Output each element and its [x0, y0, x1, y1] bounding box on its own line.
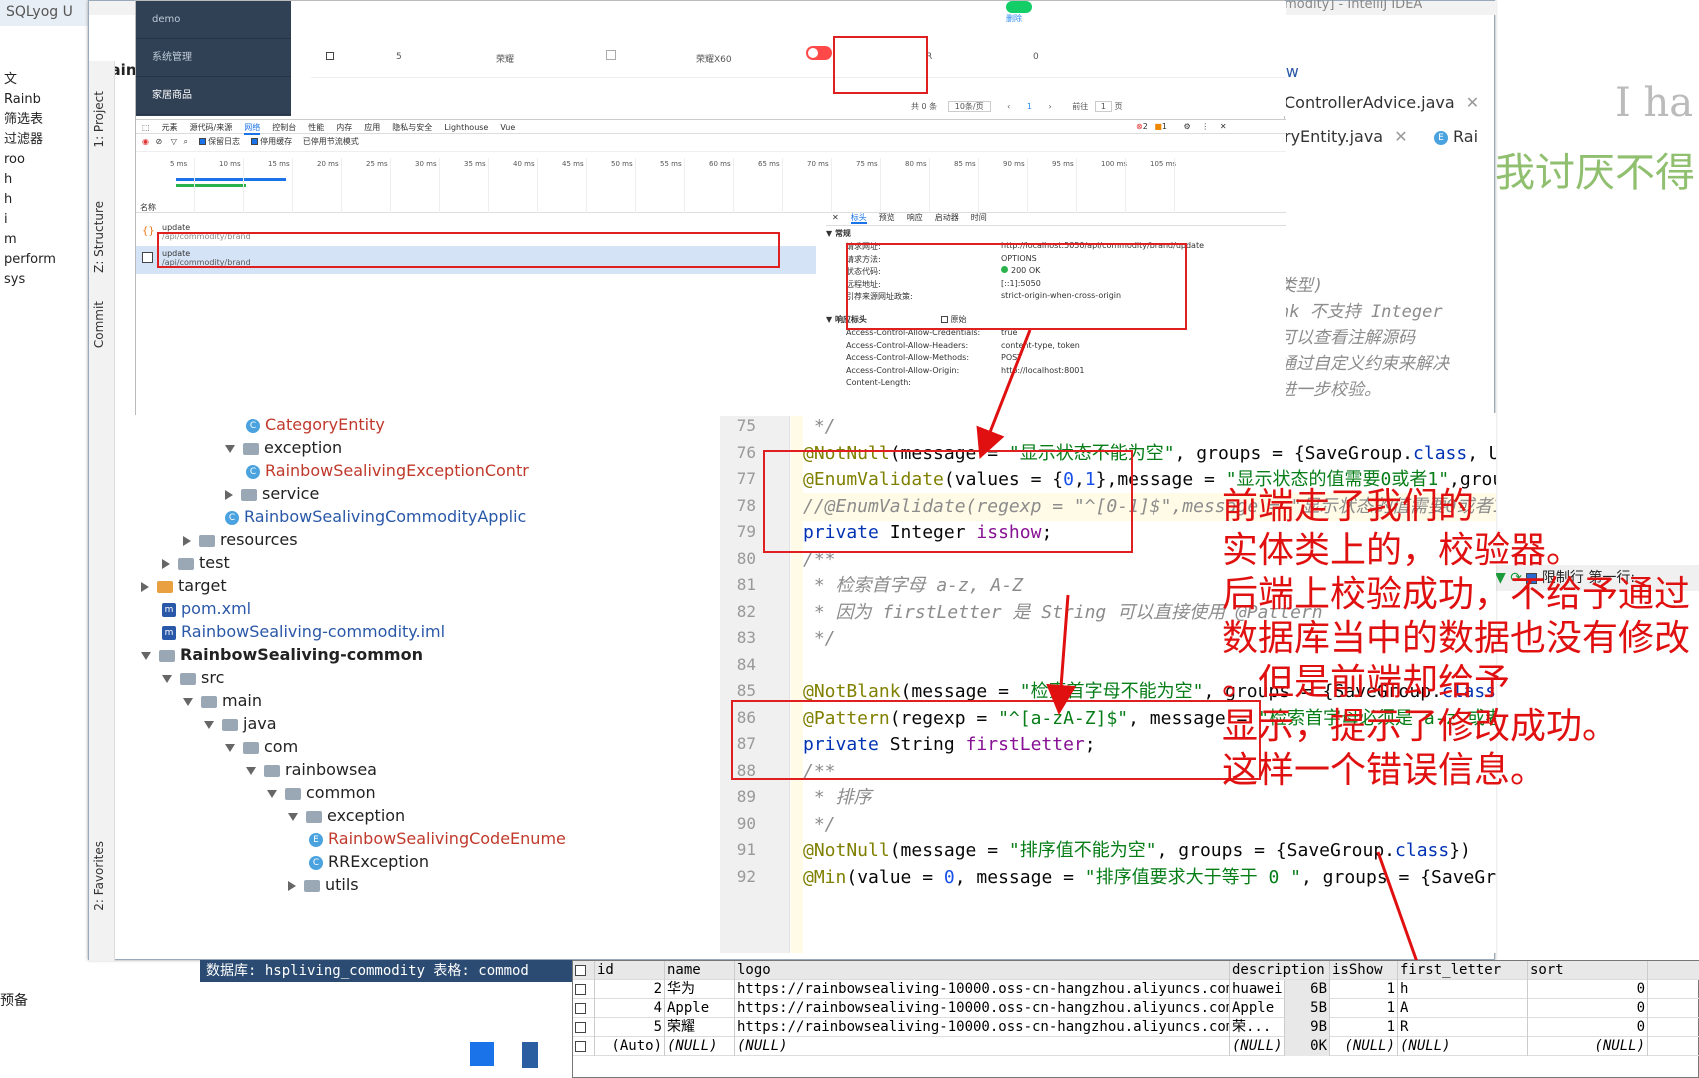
- table-cell[interactable]: 荣...: [1230, 1018, 1285, 1037]
- table-cell[interactable]: (NULL): [1330, 1037, 1398, 1056]
- table-cell[interactable]: 6B: [1285, 980, 1330, 999]
- result-grid[interactable]: id name logo description isShow first_letter s…: [572, 960, 1699, 1078]
- table-cell[interactable]: 荣耀: [665, 1018, 735, 1037]
- annotation-line: 实体类上的，校验器。: [1222, 530, 1583, 571]
- table-row[interactable]: 2 华为 https://rainbowsealiving-10000.oss-cn…: [573, 980, 1699, 999]
- table-row[interactable]: 4 Apple https://rainbowsealiving-10000.oss…: [573, 999, 1699, 1018]
- table-cell[interactable]: 2: [595, 980, 665, 999]
- table-cell[interactable]: https://rainbowsealiving-10000.oss-cn-ha…: [735, 980, 1230, 999]
- table-cell[interactable]: huawei: [1230, 980, 1285, 999]
- table-cell[interactable]: 华为: [665, 980, 735, 999]
- table-row[interactable]: (Auto) (NULL) (NULL) (NULL) 0K (NULL) (NULL) (N…: [573, 1037, 1699, 1056]
- table-cell[interactable]: (Auto): [595, 1037, 665, 1056]
- column-header[interactable]: first_letter: [1398, 961, 1528, 980]
- table-cell[interactable]: (NULL): [1230, 1037, 1285, 1056]
- column-header[interactable]: name: [665, 961, 735, 980]
- table-cell[interactable]: Apple: [1230, 999, 1285, 1018]
- row-checkbox[interactable]: [573, 1037, 595, 1056]
- table-cell[interactable]: (NULL): [1528, 1037, 1648, 1056]
- table-cell[interactable]: Apple: [665, 999, 735, 1018]
- table-cell[interactable]: 0: [1528, 1018, 1648, 1037]
- table-cell[interactable]: (NULL): [665, 1037, 735, 1056]
- table-cell[interactable]: (NULL): [735, 1037, 1230, 1056]
- table-cell[interactable]: 1: [1330, 999, 1398, 1018]
- table-cell[interactable]: https://rainbowsealiving-10000.oss-cn-ha…: [735, 1018, 1230, 1037]
- table-cell[interactable]: 5B: [1285, 999, 1330, 1018]
- table-cell[interactable]: 1: [1330, 980, 1398, 999]
- annotation-line: 显示，提示了修改成功。: [1222, 706, 1619, 747]
- table-cell[interactable]: R: [1398, 1018, 1528, 1037]
- arrow-icon: [1046, 594, 1077, 715]
- annotation-line: 这样一个错误信息。: [1222, 750, 1547, 791]
- annotation-line: 数据库当中的数据也没有修改: [1222, 618, 1691, 659]
- database-status-bar: 数据库: hspliving_commodity 表格: commod: [200, 960, 572, 982]
- column-header[interactable]: sort: [1528, 961, 1648, 980]
- row-checkbox[interactable]: [573, 1018, 595, 1037]
- column-header[interactable]: description: [1230, 961, 1330, 980]
- annotation-text: 前端走了我们的 实体类上的，校验器。 后端上校验成功，不给予通过 数据库当中的数据也没…: [1222, 485, 1699, 825]
- header-checkbox[interactable]: [573, 961, 595, 980]
- grid-header: id name logo description isShow first_letter s…: [573, 961, 1699, 980]
- table-cell[interactable]: 4: [595, 999, 665, 1018]
- row-checkbox[interactable]: [573, 980, 595, 999]
- column-header[interactable]: isShow: [1330, 961, 1398, 980]
- annotation-line: 后端上校验成功，不给予通过: [1222, 574, 1691, 615]
- row-checkbox[interactable]: [573, 999, 595, 1018]
- table-cell[interactable]: (NULL): [1398, 1037, 1528, 1056]
- column-header[interactable]: id: [595, 961, 665, 980]
- table-row[interactable]: 5 荣耀 https://rainbowsealiving-10000.oss-cn…: [573, 1018, 1699, 1037]
- table-cell[interactable]: h: [1398, 980, 1528, 999]
- arrow-icon: [976, 329, 1032, 459]
- table-cell[interactable]: 0K: [1285, 1037, 1330, 1056]
- table-cell[interactable]: 9B: [1285, 1018, 1330, 1037]
- table-cell[interactable]: 0: [1528, 999, 1648, 1018]
- table-cell[interactable]: 0: [1528, 980, 1648, 999]
- table-cell[interactable]: https://rainbowsealiving-10000.oss-cn-ha…: [735, 999, 1230, 1018]
- annotation-line: 。但是前端却给予: [1222, 662, 1511, 703]
- annotation-line: 前端走了我们的: [1222, 486, 1475, 527]
- table-cell[interactable]: 1: [1330, 1018, 1398, 1037]
- table-cell[interactable]: A: [1398, 999, 1528, 1018]
- column-header[interactable]: logo: [735, 961, 1230, 980]
- table-cell[interactable]: 5: [595, 1018, 665, 1037]
